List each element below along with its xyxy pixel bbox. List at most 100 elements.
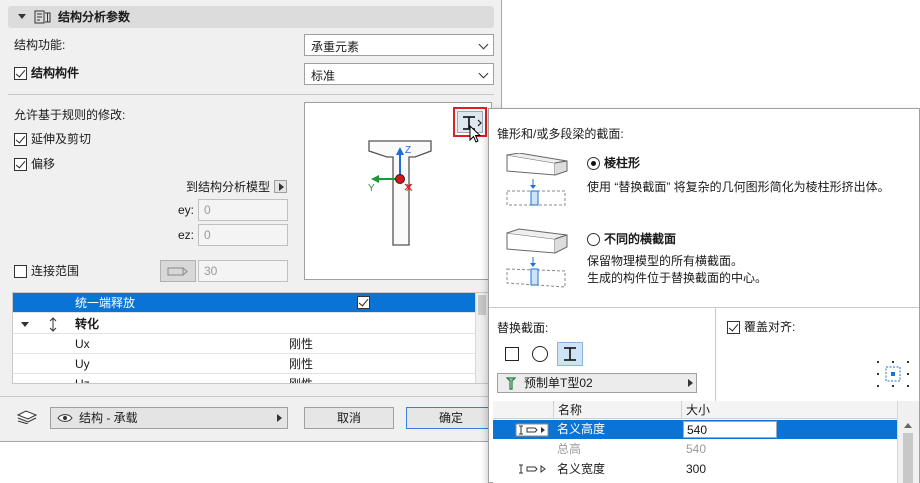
structural-params-icon bbox=[34, 10, 51, 24]
profile-select[interactable]: 预制单T型02 bbox=[497, 373, 697, 393]
profile-value: 预制单T型02 bbox=[524, 376, 593, 390]
to-model-expand-button[interactable] bbox=[274, 180, 287, 193]
connect-range-input[interactable]: 30 bbox=[198, 260, 288, 282]
row-value: 540 bbox=[687, 423, 708, 437]
circle-shape-button[interactable] bbox=[529, 343, 551, 365]
section-title: 结构分析参数 bbox=[58, 10, 131, 24]
structural-function-select[interactable]: 承重元素 bbox=[304, 34, 494, 56]
x-axis-label: X bbox=[406, 183, 413, 194]
range-arrow-icon bbox=[167, 267, 188, 276]
dimension-icon bbox=[515, 423, 549, 437]
chevron-right-icon bbox=[277, 414, 282, 422]
collapse-triangle-icon[interactable] bbox=[21, 322, 29, 327]
table-row[interactable]: Uy 刚性 bbox=[13, 354, 476, 374]
anchor-point-grid-icon[interactable] bbox=[875, 359, 911, 389]
table-row: 总高 540 bbox=[493, 439, 897, 458]
table-row[interactable]: Ux 刚性 bbox=[13, 334, 476, 354]
unified-release-checkbox[interactable] bbox=[357, 296, 370, 309]
rectangle-icon bbox=[505, 347, 519, 361]
tapered-beam-section-popup: 锥形和/或多段梁的截面: 棱柱形 使用 “替换截面” 将复杂的几何图形简化为棱柱… bbox=[488, 108, 920, 483]
varying-section-illustration-icon bbox=[506, 228, 568, 288]
dimension-icon bbox=[519, 464, 546, 474]
end-release-table: 统一端释放 转化 Ux 刚性 Uy 刚性 Uz 刚性 bbox=[12, 292, 489, 384]
z-axis-label: Z bbox=[405, 145, 412, 156]
scrollbar-thumb[interactable] bbox=[478, 295, 486, 315]
ey-value: 0 bbox=[204, 203, 211, 217]
extend-trim-checkbox[interactable] bbox=[14, 133, 27, 146]
extend-trim-label: 延伸及剪切 bbox=[31, 132, 92, 146]
row-name: Ux bbox=[75, 337, 90, 351]
eye-icon bbox=[57, 414, 73, 422]
ey-input[interactable]: 0 bbox=[198, 199, 288, 221]
row-name: Uz bbox=[75, 377, 90, 384]
varying-section-description: 生成的构件位于替换截面的中心。 bbox=[587, 271, 768, 285]
ez-input[interactable]: 0 bbox=[198, 224, 288, 246]
mouse-cursor-icon bbox=[469, 125, 482, 143]
to-model-label: 到结构分析模型 bbox=[186, 180, 271, 194]
ok-button[interactable]: 确定 bbox=[406, 407, 496, 429]
row-name: 总高 bbox=[557, 442, 582, 456]
table-scrollbar[interactable] bbox=[897, 401, 919, 483]
section-preview: Z Y X bbox=[304, 102, 492, 280]
table-row[interactable]: 名义高度 540 bbox=[493, 420, 897, 439]
connect-range-icon-button[interactable] bbox=[160, 260, 196, 282]
t-profile-icon bbox=[506, 377, 516, 390]
ez-label: ez: bbox=[178, 228, 195, 242]
rule-mods-label: 允许基于规则的修改: bbox=[14, 108, 126, 122]
unified-release-label: 统一端释放 bbox=[75, 296, 136, 310]
y-axis-label: Y bbox=[368, 183, 375, 194]
varying-section-description: 保留物理模型的所有横截面。 bbox=[587, 254, 744, 268]
chevron-down-icon bbox=[478, 39, 489, 50]
i-beam-icon bbox=[564, 347, 576, 361]
col-size-label: 大小 bbox=[686, 403, 711, 417]
section-header[interactable]: 结构分析参数 bbox=[8, 6, 494, 28]
override-align-checkbox[interactable] bbox=[727, 321, 740, 334]
layer-value: 结构 - 承载 bbox=[79, 411, 138, 425]
vertical-divider bbox=[715, 307, 716, 401]
row-name: Uy bbox=[75, 357, 90, 371]
table-row[interactable]: 名义宽度 300 bbox=[493, 459, 897, 478]
structural-member-label: 结构构件 bbox=[31, 66, 80, 80]
structural-function-value: 承重元素 bbox=[311, 40, 360, 54]
connect-range-checkbox[interactable] bbox=[14, 265, 27, 278]
row-name: 名义高度 bbox=[557, 422, 606, 436]
row-value: 刚性 bbox=[289, 357, 314, 371]
row-value: 540 bbox=[686, 442, 707, 456]
table-row[interactable]: Uz 刚性 bbox=[13, 374, 476, 384]
prismatic-radio[interactable] bbox=[587, 157, 600, 170]
popup-title: 锥形和/或多段梁的截面: bbox=[497, 127, 624, 141]
table-row[interactable]: 转化 bbox=[13, 314, 476, 334]
varying-section-radio[interactable] bbox=[587, 233, 600, 246]
chevron-right-icon bbox=[688, 379, 693, 387]
row-name: 名义宽度 bbox=[557, 462, 606, 476]
structural-member-checkbox[interactable] bbox=[14, 67, 27, 80]
collapse-triangle-icon[interactable] bbox=[18, 14, 26, 19]
connect-range-value: 30 bbox=[204, 264, 218, 278]
structural-member-select[interactable]: 标准 bbox=[304, 63, 494, 85]
offset-label: 偏移 bbox=[31, 157, 56, 171]
nominal-height-input[interactable]: 540 bbox=[683, 421, 777, 438]
table-scrollbar[interactable] bbox=[475, 293, 488, 383]
translation-group-label: 转化 bbox=[75, 317, 100, 331]
row-value: 刚性 bbox=[289, 337, 314, 351]
divider bbox=[8, 94, 494, 95]
override-align-label: 覆盖对齐: bbox=[744, 320, 796, 334]
column-header bbox=[493, 401, 553, 419]
table-row[interactable]: 统一端释放 bbox=[13, 293, 476, 313]
varying-section-label: 不同的横截面 bbox=[604, 232, 677, 246]
ez-value: 0 bbox=[204, 228, 211, 242]
connect-range-label: 连接范围 bbox=[31, 264, 80, 278]
column-header-size[interactable]: 大小 bbox=[681, 401, 897, 419]
prismatic-illustration-icon bbox=[506, 153, 568, 206]
row-value: 300 bbox=[686, 462, 707, 476]
profile-shape-button[interactable] bbox=[557, 342, 583, 366]
cancel-button[interactable]: 取消 bbox=[304, 407, 394, 429]
row-value: 刚性 bbox=[289, 377, 314, 384]
column-header-name[interactable]: 名称 bbox=[553, 401, 681, 419]
scrollbar-thumb[interactable] bbox=[903, 433, 913, 483]
scroll-up-arrow-icon[interactable] bbox=[904, 423, 912, 428]
prismatic-description: 使用 “替换截面” 将复杂的几何图形简化为棱柱形挤出体。 bbox=[587, 180, 890, 194]
rectangle-shape-button[interactable] bbox=[501, 343, 523, 365]
offset-checkbox[interactable] bbox=[14, 158, 27, 171]
layer-select[interactable]: 结构 - 承载 bbox=[50, 407, 288, 429]
